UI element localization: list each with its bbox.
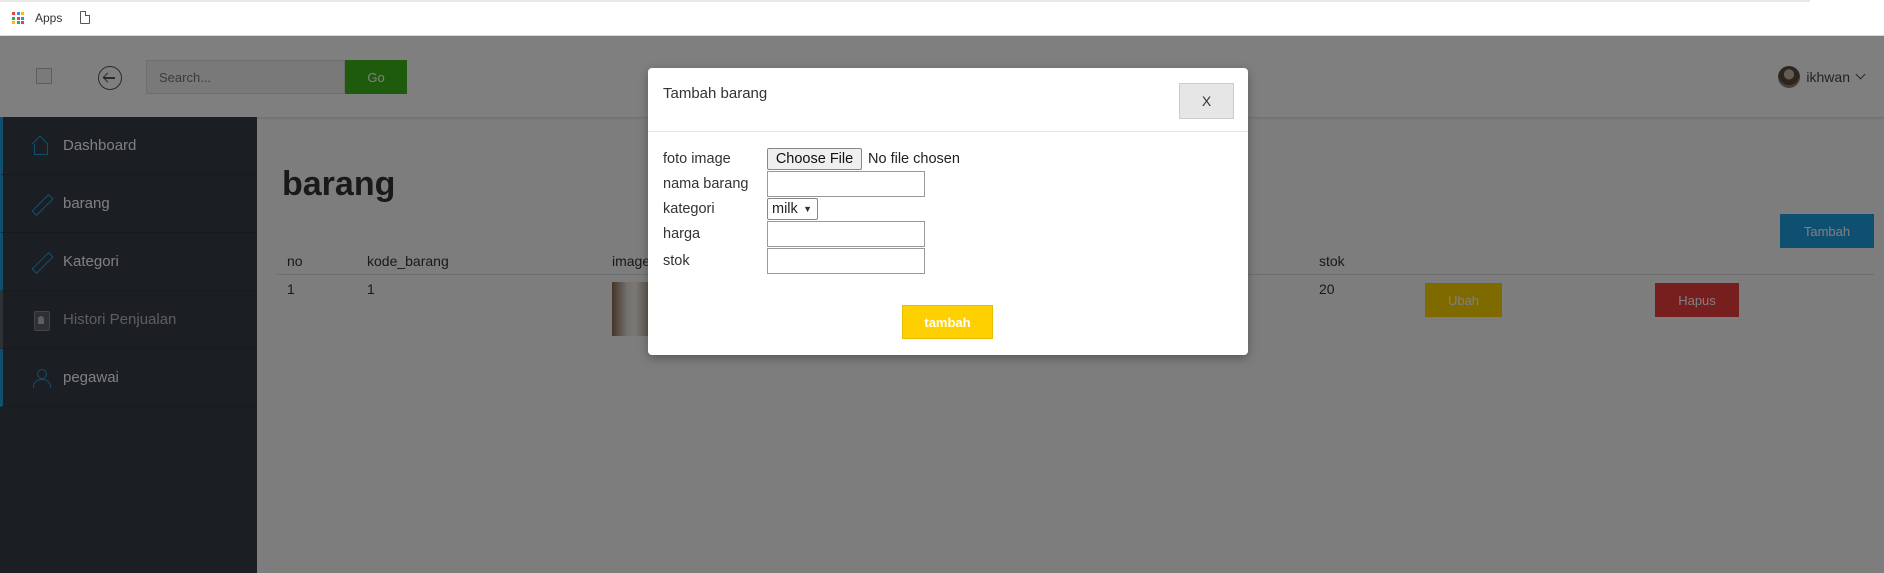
dropdown-arrow-icon: ▼ — [803, 204, 812, 214]
apps-label[interactable]: Apps — [35, 11, 62, 25]
field-label-stok: stok — [663, 253, 690, 269]
choose-file-button[interactable]: Choose File — [767, 148, 862, 170]
modal-header: Tambah barang X — [648, 68, 1248, 132]
bookmark-page-icon[interactable] — [80, 11, 90, 24]
field-label-foto: foto image — [663, 151, 731, 167]
close-button[interactable]: X — [1179, 83, 1234, 119]
nama-barang-input[interactable] — [767, 171, 925, 197]
field-label-harga: harga — [663, 226, 701, 242]
stok-input[interactable] — [767, 248, 925, 274]
submit-button[interactable]: tambah — [902, 305, 993, 339]
bookmarks-bar: Apps — [0, 0, 1884, 36]
field-label-nama: nama barang — [663, 176, 749, 192]
field-label-kategori: kategori — [663, 201, 715, 217]
file-status-text: No file chosen — [868, 151, 960, 167]
kategori-selected-value: milk — [772, 201, 798, 217]
apps-grid-icon[interactable] — [12, 12, 24, 24]
tab-strip-edge — [0, 0, 1810, 2]
kategori-select[interactable]: milk ▼ — [767, 198, 818, 220]
modal-title: Tambah barang — [663, 85, 768, 102]
add-item-modal: Tambah barang X foto image Choose File N… — [648, 68, 1248, 355]
harga-input[interactable] — [767, 221, 925, 247]
